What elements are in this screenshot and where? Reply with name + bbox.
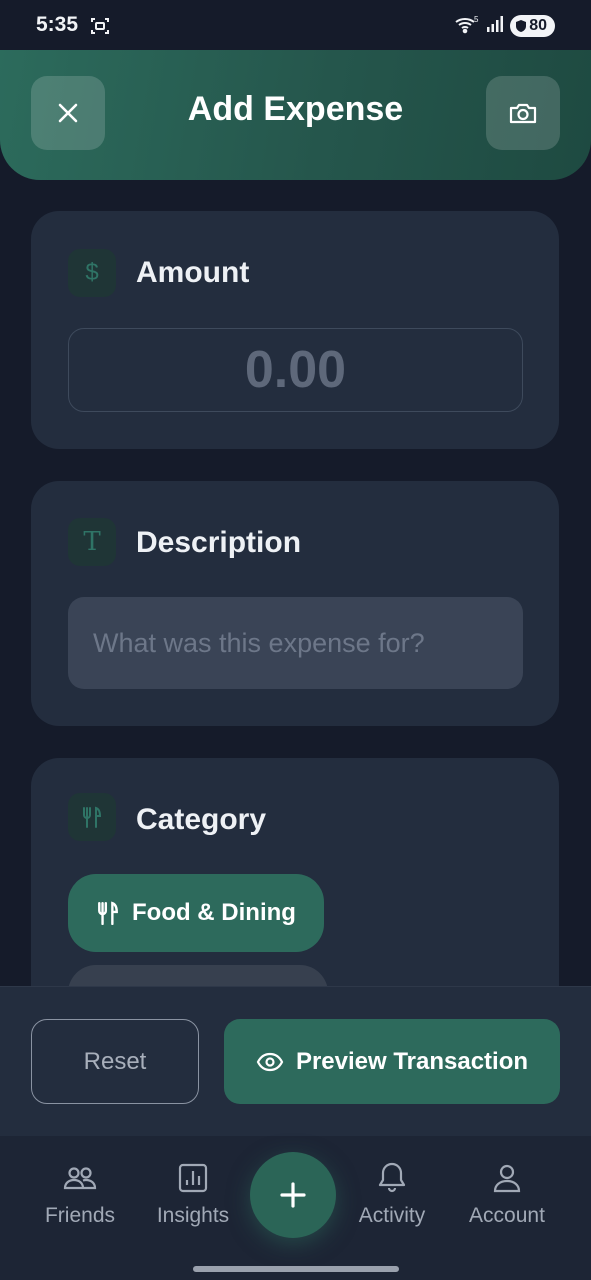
nav-account[interactable]: Account [452, 1160, 562, 1228]
wifi-badge: 5 [474, 15, 479, 24]
nav-label: Insights [156, 1204, 230, 1227]
chip-label: Food & Dining [132, 899, 296, 926]
friends-icon [63, 1167, 97, 1190]
bottom-nav: Friends Insights Activity Account [0, 1136, 591, 1280]
camera-button[interactable] [486, 76, 560, 150]
utensils-icon [98, 901, 118, 925]
bell-icon [378, 1162, 406, 1193]
preview-transaction-button[interactable]: Preview Transaction [224, 1019, 560, 1104]
status-bar: 5:35 5 80 [0, 0, 591, 50]
nav-label: Account [469, 1204, 545, 1227]
nav-insights[interactable]: Insights [138, 1160, 248, 1228]
description-input[interactable] [68, 597, 523, 689]
nav-activity[interactable]: Activity [337, 1160, 447, 1228]
system-icons: 5 80 [454, 14, 555, 38]
app-header: Add Expense [0, 46, 591, 180]
add-fab-button[interactable] [250, 1152, 336, 1238]
reset-button[interactable]: Reset [31, 1019, 199, 1104]
nav-label: Friends [44, 1204, 116, 1227]
eye-icon [256, 1052, 284, 1071]
status-time: 5:35 [36, 13, 79, 36]
screenshot-icon [90, 16, 110, 36]
category-label: Category [136, 803, 267, 836]
description-card: T Description [31, 481, 559, 726]
wifi-icon: 5 [454, 14, 480, 39]
home-indicator[interactable] [193, 1266, 399, 1272]
text-icon: T [68, 518, 116, 566]
amount-card: $ Amount [31, 211, 559, 449]
category-chip-food-dining[interactable]: Food & Dining [68, 874, 324, 952]
chart-icon [178, 1163, 208, 1193]
nav-label: Activity [358, 1204, 426, 1227]
utensils-icon [68, 793, 116, 841]
shield-icon [516, 20, 527, 32]
description-label: Description [136, 526, 302, 559]
amount-input[interactable] [68, 328, 523, 412]
battery-level: 80 [529, 17, 547, 34]
camera-icon [509, 103, 537, 124]
action-bar: Reset Preview Transaction [0, 986, 591, 1136]
dollar-icon: $ [68, 249, 116, 297]
nav-friends[interactable]: Friends [25, 1160, 135, 1228]
add-expense-screen: 5:35 5 80 Add Expense $ Amount 0.00 T De… [0, 0, 591, 1280]
signal-icon [486, 15, 504, 38]
user-icon [493, 1164, 521, 1193]
plus-icon [280, 1182, 306, 1208]
amount-label: Amount [136, 256, 250, 289]
preview-label: Preview Transaction [295, 1047, 529, 1075]
battery-indicator: 80 [510, 15, 555, 37]
